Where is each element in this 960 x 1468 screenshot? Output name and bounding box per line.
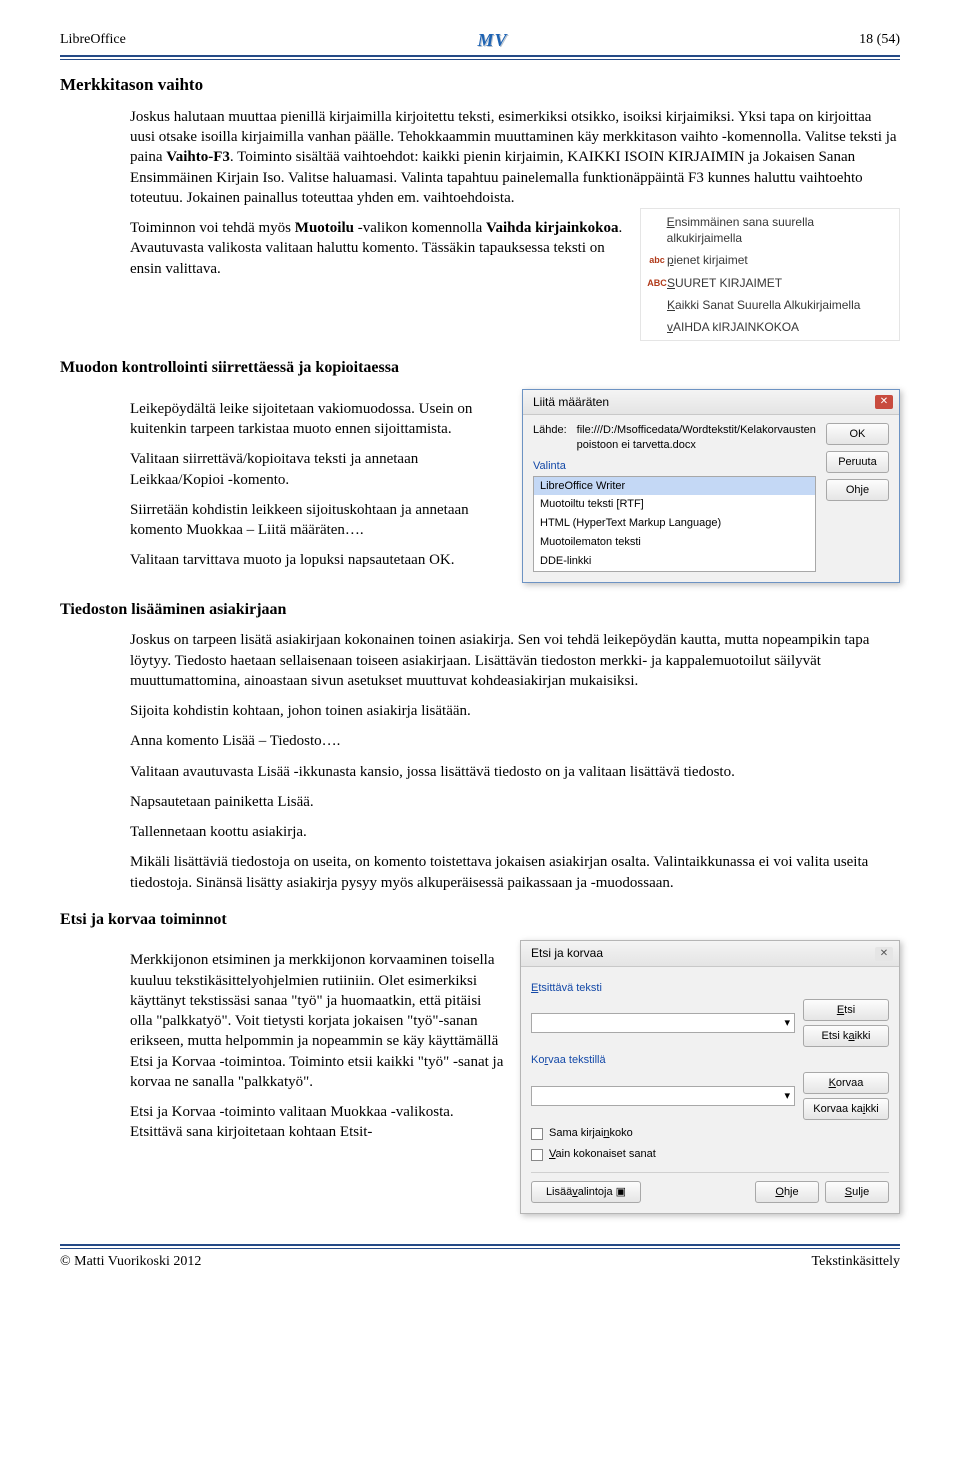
footer-right: Tekstinkäsittely (812, 1253, 900, 1272)
header-rule (60, 55, 900, 60)
paragraph: Valitaan tarvittava muoto ja lopuksi nap… (130, 550, 508, 570)
list-item[interactable]: Muotoiltu teksti [RTF] (534, 495, 815, 514)
help-button[interactable]: Ohje (755, 1181, 819, 1203)
chevron-down-icon[interactable]: ▾ (784, 1016, 790, 1031)
help-button[interactable]: Ohje (826, 479, 889, 501)
paragraph: Mikäli lisättäviä tiedostoja on useita, … (130, 852, 900, 893)
menu-item-toggle-case[interactable]: vAIHDA kIRJAINKOKOA (641, 316, 899, 338)
replace-input[interactable]: ▾ (531, 1086, 795, 1106)
page-number: 18 (54) (859, 31, 900, 50)
lowercase-icon: abc (647, 254, 667, 266)
find-input[interactable]: ▾ (531, 1013, 795, 1033)
more-options-button[interactable]: Lisää valintoja ▣ (531, 1181, 641, 1203)
find-all-button[interactable]: Etsi kaikki (803, 1025, 889, 1047)
paragraph: Joskus on tarpeen lisätä asiakirjaan kok… (130, 630, 900, 691)
close-button[interactable]: Sulje (825, 1181, 889, 1203)
close-icon[interactable]: ✕ (875, 395, 893, 409)
menu-item-capitalize-each[interactable]: Kaikki Sanat Suurella Alkukirjaimella (641, 294, 899, 316)
paragraph: Siirretään kohdistin leikkeen sijoitusko… (130, 500, 508, 541)
copyright: © Matti Vuorikoski 2012 (60, 1253, 201, 1272)
menu-item-uppercase[interactable]: ABCSUURET KIRJAIMET (641, 272, 899, 294)
heading-etsi-ja-korvaa: Etsi ja korvaa toiminnot (60, 909, 900, 931)
paragraph: Valitaan avautuvasta Lisää -ikkunasta ka… (130, 762, 900, 782)
heading-tiedoston-lisaaminen: Tiedoston lisääminen asiakirjaan (60, 599, 900, 621)
cancel-button[interactable]: Peruuta (826, 451, 889, 473)
menu-item-lowercase[interactable]: abcpienet kirjaimet (641, 249, 899, 271)
source-value: file:///D:/Msofficedata/Wordtekstit/Kela… (577, 423, 816, 453)
chevron-down-icon[interactable]: ▾ (784, 1089, 790, 1104)
heading-muodon-kontrollointi: Muodon kontrollointi siirrettäessä ja ko… (60, 357, 900, 379)
paragraph: Sijoita kohdistin kohtaan, johon toinen … (130, 701, 900, 721)
format-listbox[interactable]: LibreOffice Writer Muotoiltu teksti [RTF… (533, 476, 816, 572)
heading-merkkitason-vaihto: Merkkitason vaihto (60, 74, 900, 97)
dialog-title: Etsi ja korvaa (531, 945, 603, 961)
paragraph: Napsautetaan painiketta Lisää. (130, 792, 900, 812)
replace-all-button[interactable]: Korvaa kaikki (803, 1098, 889, 1120)
paste-special-dialog: Liitä määräten ✕ Lähde: file:///D:/Msoff… (522, 389, 900, 583)
list-item[interactable]: DDE-linkki (534, 552, 815, 571)
find-label: Etsittävä teksti (531, 981, 889, 996)
product-name: LibreOffice (60, 31, 126, 50)
paragraph: Anna komento Lisää – Tiedosto…. (130, 731, 900, 751)
selection-label: Valinta (533, 459, 816, 474)
paragraph: Valitaan siirrettävä/kopioitava teksti j… (130, 449, 508, 490)
match-case-checkbox[interactable]: Sama kirjainkoko (531, 1126, 889, 1141)
list-item[interactable]: Muotoilematon teksti (534, 533, 815, 552)
find-replace-dialog: Etsi ja korvaa ✕ Etsittävä teksti ▾ Etsi… (520, 940, 900, 1214)
paragraph: Merkkijonon etsiminen ja merkkijonon kor… (130, 950, 506, 1092)
close-icon[interactable]: ✕ (875, 947, 893, 961)
case-menu-screenshot: EEnsimmäinen sana suurella alkukirjaimel… (640, 208, 900, 341)
page-header: LibreOffice MV 18 (54) (60, 28, 900, 53)
paragraph: Joskus halutaan muuttaa pienillä kirjaim… (130, 107, 900, 208)
paragraph: Toiminnon voi tehdä myös Muotoilu -valik… (130, 218, 626, 279)
paragraph: Etsi ja Korvaa -toiminto valitaan Muokka… (130, 1102, 506, 1143)
menu-item-sentence-case[interactable]: EEnsimmäinen sana suurella alkukirjaimel… (641, 211, 899, 249)
dialog-title: Liitä määräten (533, 394, 609, 410)
replace-button[interactable]: Korvaa (803, 1072, 889, 1094)
list-item[interactable]: HTML (HyperText Markup Language) (534, 514, 815, 533)
list-item[interactable]: LibreOffice Writer (534, 477, 815, 496)
mv-logo: MV (477, 28, 507, 53)
ok-button[interactable]: OK (826, 423, 889, 445)
find-button[interactable]: Etsi (803, 999, 889, 1021)
replace-label: Korvaa tekstillä (531, 1053, 889, 1068)
page-footer: © Matti Vuorikoski 2012 Tekstinkäsittely (60, 1244, 900, 1272)
paragraph: Leikepöydältä leike sijoitetaan vakiomuo… (130, 399, 508, 440)
paragraph: Tallennetaan koottu asiakirja. (130, 822, 900, 842)
whole-words-checkbox[interactable]: Vain kokonaiset sanat (531, 1147, 889, 1162)
source-label: Lähde: (533, 423, 567, 453)
uppercase-icon: ABC (647, 277, 667, 289)
